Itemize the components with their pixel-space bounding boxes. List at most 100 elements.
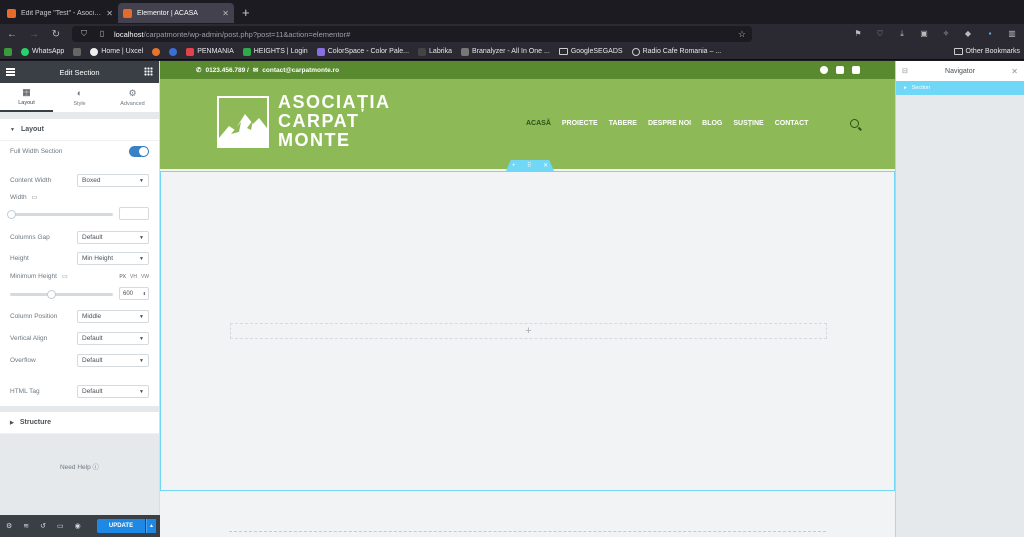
content-width-select[interactable]: Boxed ▼	[77, 174, 149, 187]
bookmark-folder-googlesegads[interactable]: GoogleSEGADS	[558, 48, 623, 55]
menu-item-despre-noi[interactable]: DESPRE NOI	[648, 120, 691, 127]
instagram-icon[interactable]	[836, 66, 844, 74]
responsive-icon[interactable]: ▭	[57, 522, 64, 530]
unit-vh[interactable]: VH	[130, 274, 137, 280]
youtube-icon[interactable]	[852, 66, 860, 74]
preview-eye-icon[interactable]: ◉	[75, 522, 81, 530]
overflow-select[interactable]: Default ▼	[77, 354, 149, 367]
desktop-icon[interactable]: ▭	[62, 273, 68, 280]
column-position-select[interactable]: Middle ▼	[77, 310, 149, 323]
back-arrow-icon[interactable]: ←	[6, 29, 18, 40]
extension-icon[interactable]: ▣	[918, 29, 930, 39]
columns-gap-select[interactable]: Default ▼	[77, 231, 149, 244]
add-section-area[interactable]	[229, 531, 826, 537]
menu-grid-icon[interactable]: ▥	[1006, 29, 1018, 39]
unit-px[interactable]: PX	[119, 274, 126, 280]
forward-arrow-icon[interactable]: →	[28, 29, 40, 40]
settings-gear-icon[interactable]: ⚙	[6, 522, 12, 530]
section-handle[interactable]: + ⠿ ✕	[506, 160, 554, 171]
chevron-down-icon: ▼	[139, 255, 144, 262]
bookmark-branalyzer[interactable]: Branalyzer - All In One ...	[461, 47, 550, 56]
need-help-link[interactable]: Need Help ⓘ	[0, 461, 159, 471]
url-bar[interactable]: ⛉ ▯ localhost /carpatmonte/wp-admin/post…	[72, 26, 752, 42]
unit-vw[interactable]: VW	[141, 274, 149, 280]
tab-title: Edit Page "Test" - Asociația C	[21, 9, 101, 17]
close-icon[interactable]: ✕	[1011, 67, 1018, 76]
bookmark-colorspace[interactable]: ColorSpace - Color Pale...	[316, 47, 409, 56]
html-tag-select[interactable]: Default ▼	[77, 385, 149, 398]
layout-section-header[interactable]: ▼ Layout	[0, 119, 159, 141]
browser-tab-elementor[interactable]: Elementor | ACASĂ ✕	[118, 3, 234, 23]
desktop-icon[interactable]: ▭	[32, 194, 38, 201]
vertical-align-select[interactable]: Default ▼	[77, 332, 149, 345]
close-icon[interactable]: ✕	[106, 9, 113, 18]
control-label: Minimum Height	[10, 273, 57, 280]
dock-icon[interactable]: ⊟	[902, 67, 908, 75]
social-links	[820, 66, 860, 74]
add-plus-icon[interactable]: +	[512, 163, 516, 169]
bookmark-radio-cafe[interactable]: Radio Cafe Romania – ...	[631, 47, 721, 56]
widgets-grid-icon[interactable]	[144, 67, 153, 76]
bookmark-heights[interactable]: HEIGHTS | Login	[242, 47, 308, 56]
slider-handle[interactable]	[7, 210, 16, 219]
reload-icon[interactable]: ↻	[50, 29, 62, 40]
drag-grid-icon[interactable]: ⠿	[527, 162, 531, 169]
folder-icon	[953, 48, 963, 55]
extension-icon[interactable]: ◆	[962, 29, 974, 39]
selected-section[interactable]: + ⠿ ✕ +	[160, 160, 895, 491]
update-button[interactable]: UPDATE	[97, 519, 145, 533]
tab-layout[interactable]: ▦ Layout	[0, 83, 53, 112]
structure-section-header[interactable]: ▶ Structure	[0, 412, 159, 434]
shield-icon[interactable]: ⛉	[78, 29, 90, 39]
search-icon[interactable]	[850, 119, 859, 128]
close-icon[interactable]: ✕	[222, 9, 229, 18]
menu-item-sustine[interactable]: SUSȚINE	[733, 120, 763, 127]
menu-item-contact[interactable]: CONTACT	[775, 120, 809, 127]
pocket-icon[interactable]: ♡	[874, 29, 886, 39]
bookmark-label: Other Bookmarks	[965, 48, 1020, 55]
stepper-icon[interactable]: ⬍	[143, 291, 146, 296]
menu-item-blog[interactable]: BLOG	[702, 120, 722, 127]
min-height-input[interactable]: 600 ⬍	[119, 287, 149, 300]
download-icon[interactable]: ⤓	[896, 29, 908, 39]
slider-handle[interactable]	[47, 290, 57, 299]
menu-item-proiecte[interactable]: PROIECTE	[562, 120, 598, 127]
tab-advanced[interactable]: ⚙ Advanced	[106, 83, 159, 112]
bookmark-whatsapp[interactable]: WhatsApp	[21, 47, 64, 56]
logo-text[interactable]: ASOCIAȚIA CARPAT MONTE	[278, 93, 391, 150]
bookmark-penmania[interactable]: PENMANIA	[186, 47, 234, 56]
apps-icon[interactable]	[4, 47, 12, 56]
browser-tab-edit-page[interactable]: Edit Page "Test" - Asociația C ✕	[2, 3, 118, 23]
facebook-icon[interactable]	[820, 66, 828, 74]
bookmark-labrika[interactable]: Labrika	[418, 47, 452, 56]
full-width-toggle[interactable]	[129, 146, 149, 157]
logo-mountain-icon[interactable]	[217, 96, 269, 148]
layers-icon[interactable]: ≋	[23, 522, 29, 530]
width-input[interactable]	[119, 207, 149, 220]
menu-item-acasa[interactable]: ACASĂ	[526, 120, 551, 127]
bookmark-icon[interactable]	[73, 47, 82, 56]
save-icon[interactable]: ▪	[984, 29, 996, 39]
empty-column-add[interactable]: +	[230, 323, 827, 339]
new-tab-plus-icon[interactable]: +	[242, 5, 250, 20]
branalyzer-icon	[461, 47, 469, 56]
site-email[interactable]: contact@carpatmonte.ro	[262, 67, 339, 74]
width-slider[interactable]	[7, 210, 113, 219]
bookmark-icon[interactable]	[152, 47, 161, 56]
bookmark-icon[interactable]	[169, 47, 178, 56]
tab-style[interactable]: ◐ Style	[53, 83, 106, 112]
menu-item-tabere[interactable]: TABERE	[609, 120, 637, 127]
other-bookmarks[interactable]: Other Bookmarks	[953, 48, 1020, 55]
height-select[interactable]: Min Height ▼	[77, 252, 149, 265]
navigator-item-section[interactable]: ▸ Section	[896, 81, 1024, 95]
extension-icon[interactable]: ⚑	[852, 29, 864, 39]
min-height-slider[interactable]	[10, 290, 113, 299]
hamburger-menu-icon[interactable]	[6, 68, 15, 76]
panel-header: Edit Section	[0, 61, 159, 83]
bookmark-uxcel[interactable]: Home | Uxcel	[90, 47, 143, 56]
update-options-chevron-icon[interactable]: ▲	[146, 519, 156, 533]
close-icon[interactable]: ✕	[543, 162, 548, 169]
history-icon[interactable]: ↺	[40, 522, 46, 530]
bookmark-star-icon[interactable]: ☆	[738, 29, 746, 40]
extension-icon[interactable]: ✧	[940, 29, 952, 39]
